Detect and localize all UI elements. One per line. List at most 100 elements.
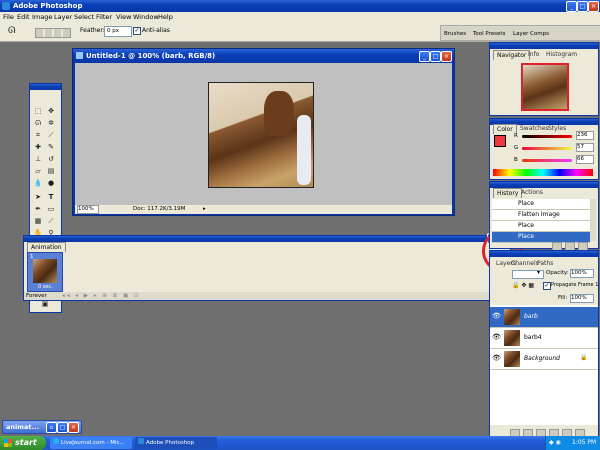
- menu-edit[interactable]: Edit: [17, 12, 30, 23]
- doc-maximize-button[interactable]: □: [430, 51, 441, 62]
- layer-row[interactable]: 👁 Background 🔒: [490, 349, 598, 370]
- history-brush-tool[interactable]: ↺: [46, 154, 56, 164]
- loop-select[interactable]: Forever: [26, 292, 47, 300]
- animation-tab[interactable]: Animation: [27, 242, 66, 252]
- close-button[interactable]: ×: [588, 1, 599, 12]
- playback-buttons[interactable]: ◂◂ ◂ ▶ ▸ ⊞ ⊠ ▣ ⊡: [62, 292, 141, 300]
- opacity-input[interactable]: 100%: [570, 269, 594, 278]
- foreground-color-swatch[interactable]: [494, 135, 506, 147]
- menu-layer[interactable]: Layer: [54, 12, 72, 23]
- navigator-preview[interactable]: [521, 63, 569, 111]
- visibility-eye-icon[interactable]: 👁: [492, 334, 501, 341]
- move-tool[interactable]: ✥: [46, 106, 56, 116]
- layer-row-selected[interactable]: 👁 barb: [490, 307, 598, 328]
- animation-title-bar[interactable]: ▫ ×: [24, 233, 510, 244]
- tab-histogram[interactable]: Histogram: [543, 50, 580, 59]
- document-window[interactable]: Untitled-1 @ 100% (barb, RGB/8) _ □ × 10…: [72, 48, 455, 216]
- fill-label: Fill:: [558, 295, 568, 301]
- toolbox-title[interactable]: [30, 84, 61, 90]
- menu-filter[interactable]: Filter: [96, 12, 112, 23]
- taskbar-item-livejournal[interactable]: LiveJournal.com - Mic...: [50, 437, 132, 449]
- antialias-checkbox[interactable]: ✓: [133, 27, 141, 35]
- layer-row[interactable]: 👁 barb4: [490, 328, 598, 349]
- doc-minimize-button[interactable]: _: [419, 51, 430, 62]
- path-selection-tool[interactable]: ➤: [33, 192, 43, 202]
- tray-icons[interactable]: ◆ ◉: [549, 439, 561, 446]
- layers-title-bar[interactable]: [490, 251, 598, 257]
- lasso-tool[interactable]: ᘏ: [33, 118, 43, 128]
- layers-palette: Layers Channels Paths ▾ Opacity: 100% 🔒 …: [489, 250, 599, 447]
- well-tab-tool-presets[interactable]: Tool Presets: [473, 31, 505, 37]
- eraser-tool[interactable]: ▱: [33, 166, 43, 176]
- feather-input[interactable]: 0 px: [104, 26, 132, 37]
- fill-input[interactable]: 100%: [570, 294, 594, 303]
- doc-close-button[interactable]: ×: [441, 51, 452, 62]
- dodge-tool[interactable]: ●: [46, 178, 56, 188]
- propagate-checkbox[interactable]: ✓: [543, 282, 551, 290]
- minimized-restore-button[interactable]: ▫: [46, 422, 57, 433]
- visibility-eye-icon[interactable]: 👁: [492, 313, 501, 320]
- history-item[interactable]: Place: [492, 221, 590, 232]
- minimized-close-button[interactable]: ×: [68, 422, 79, 433]
- menu-image[interactable]: Image: [32, 12, 52, 23]
- maximize-button[interactable]: □: [577, 1, 588, 12]
- document-title-bar[interactable]: Untitled-1 @ 100% (barb, RGB/8) _ □ ×: [73, 49, 454, 63]
- eyedropper-tool[interactable]: ⟋: [46, 216, 56, 226]
- navigator-title-bar[interactable]: [490, 43, 598, 49]
- pen-tool[interactable]: ✒: [33, 204, 43, 214]
- animation-frame-1[interactable]: 1 0 sec.: [27, 252, 63, 292]
- visibility-eye-icon[interactable]: 👁: [492, 355, 501, 362]
- start-button[interactable]: start: [0, 436, 46, 450]
- brush-tool[interactable]: ✎: [46, 142, 56, 152]
- canvas-horse-image[interactable]: [208, 82, 314, 188]
- menu-select[interactable]: Select: [74, 12, 94, 23]
- taskbar-item-photoshop[interactable]: Adobe Photoshop: [135, 437, 217, 449]
- minimized-window[interactable]: animat... ▫ □ ×: [2, 420, 82, 434]
- type-tool[interactable]: T: [46, 192, 56, 202]
- healing-brush-tool[interactable]: ✚: [33, 142, 43, 152]
- history-item[interactable]: Flatten Image: [492, 210, 590, 221]
- lock-icons[interactable]: 🔒 ✥ ▦: [512, 282, 534, 289]
- history-scrollbar[interactable]: [590, 199, 596, 241]
- status-menu-arrow[interactable]: ▸: [203, 205, 206, 214]
- layer-name[interactable]: Background: [524, 355, 560, 362]
- well-tab-brushes[interactable]: Brushes: [444, 31, 466, 37]
- frame-delay[interactable]: 0 sec.: [38, 284, 53, 290]
- crop-tool[interactable]: ⌗: [33, 130, 43, 140]
- tab-info[interactable]: Info: [525, 50, 542, 59]
- slice-tool[interactable]: ⟋: [46, 130, 56, 140]
- minimized-maximize-button[interactable]: □: [57, 422, 68, 433]
- menu-help[interactable]: Help: [158, 12, 173, 23]
- b-value[interactable]: 66: [576, 155, 594, 164]
- g-value[interactable]: 57: [576, 143, 594, 152]
- magic-wand-tool[interactable]: ✲: [46, 118, 56, 128]
- r-slider[interactable]: [522, 135, 572, 138]
- r-value[interactable]: 236: [576, 131, 594, 140]
- notes-tool[interactable]: ▦: [33, 216, 43, 226]
- zoom-field[interactable]: 100%: [77, 205, 99, 214]
- tab-paths[interactable]: Paths: [534, 259, 556, 268]
- selection-mode-icons[interactable]: [35, 28, 71, 38]
- antialias-label: Anti-alias: [142, 27, 170, 34]
- minimize-button[interactable]: _: [566, 1, 577, 12]
- menu-view[interactable]: View: [116, 12, 131, 23]
- layer-name[interactable]: barb: [524, 313, 538, 320]
- menu-file[interactable]: File: [3, 12, 14, 23]
- tab-styles[interactable]: Styles: [545, 124, 569, 133]
- menu-window[interactable]: Window: [133, 12, 159, 23]
- gradient-tool[interactable]: ▤: [46, 166, 56, 176]
- blend-mode-dropdown-icon[interactable]: ▾: [537, 269, 540, 276]
- b-slider[interactable]: [522, 159, 572, 162]
- clone-stamp-tool[interactable]: ⊥: [33, 154, 43, 164]
- marquee-tool[interactable]: ⬚: [33, 106, 43, 116]
- layer-name[interactable]: barb4: [524, 334, 542, 341]
- color-ramp[interactable]: [493, 169, 593, 176]
- history-item[interactable]: Place: [492, 199, 590, 210]
- tab-actions[interactable]: Actions: [518, 188, 546, 197]
- document-canvas-area[interactable]: [75, 63, 452, 205]
- g-slider[interactable]: [522, 147, 572, 150]
- blur-tool[interactable]: 💧: [33, 178, 43, 188]
- well-tab-layer-comps[interactable]: Layer Comps: [513, 31, 549, 37]
- shape-tool[interactable]: ▭: [46, 204, 56, 214]
- lasso-tool-icon[interactable]: ᘏ: [8, 26, 15, 36]
